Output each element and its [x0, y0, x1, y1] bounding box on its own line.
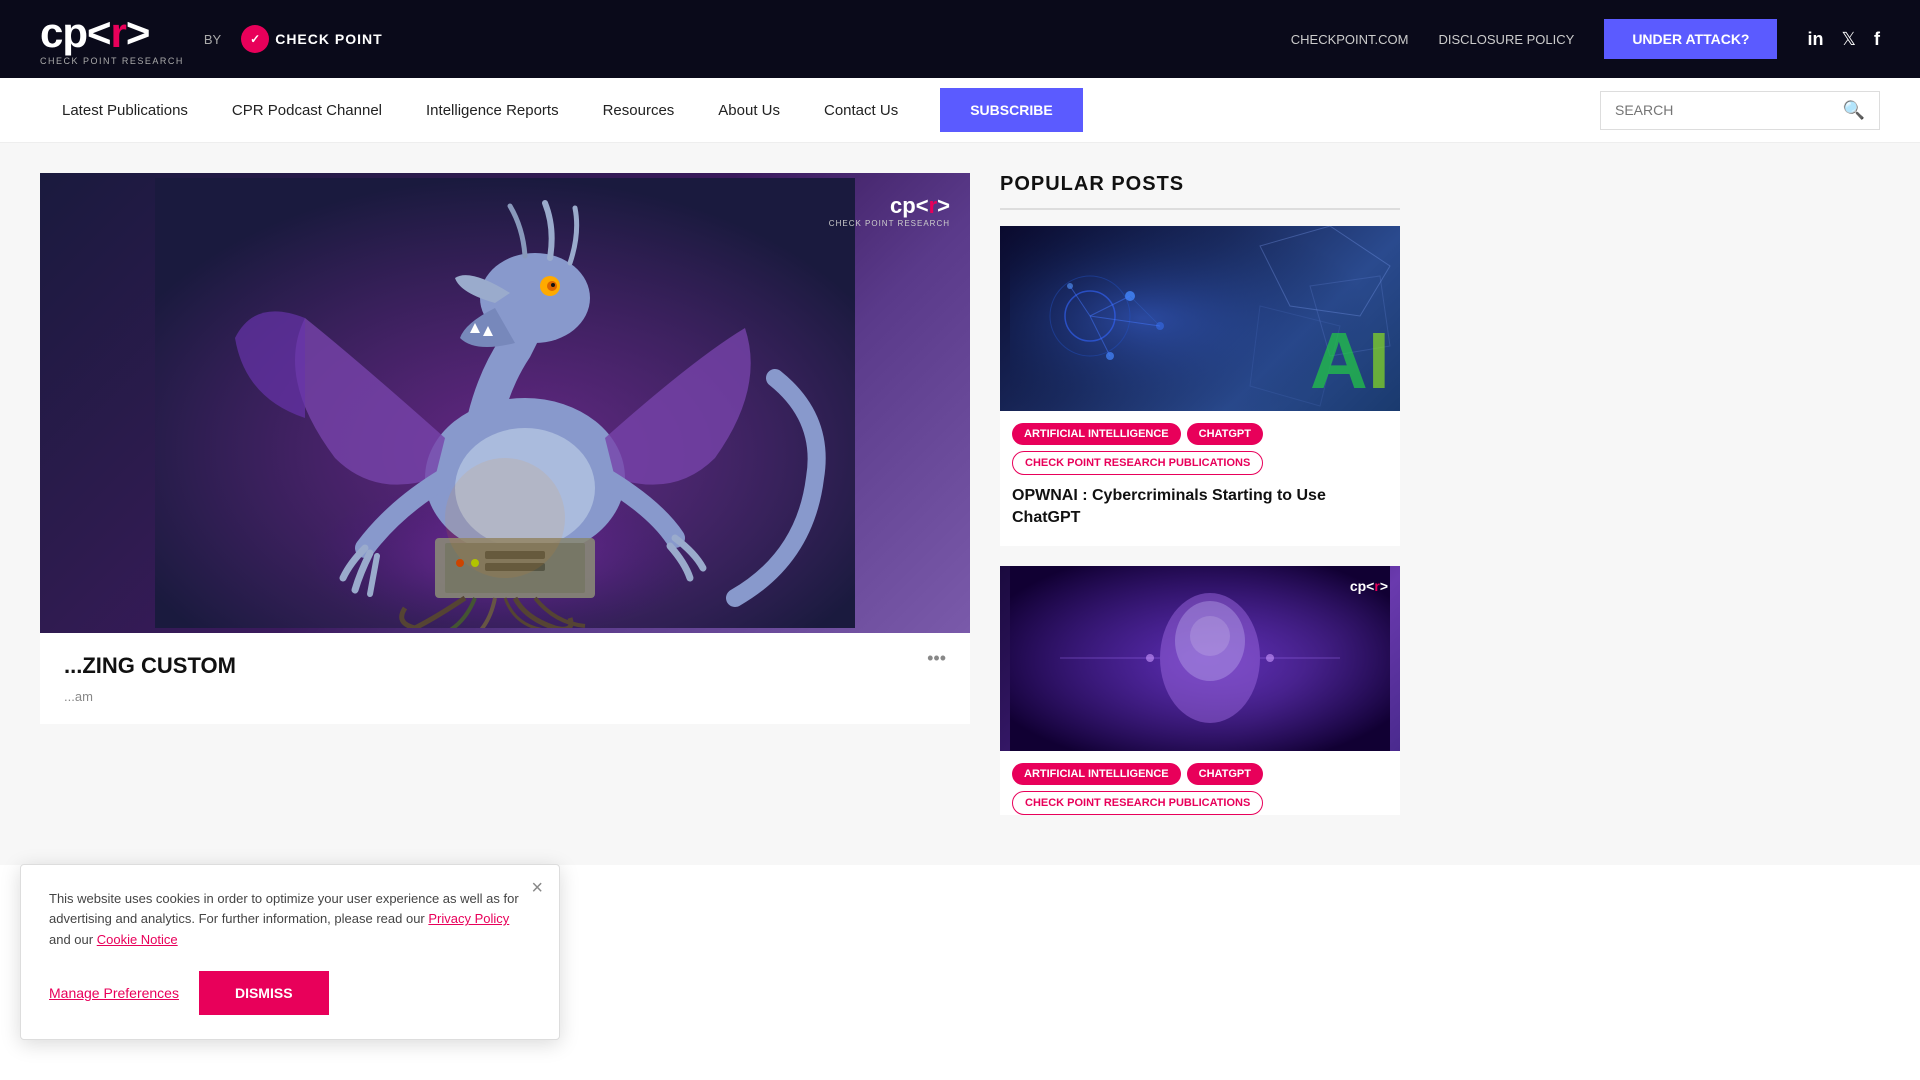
tag-chatgpt-2[interactable]: CHATGPT [1187, 763, 1263, 785]
cpr-watermark-subtitle: CHECK POINT RESEARCH [829, 219, 950, 228]
cpr-small-watermark-2: cp<r> [1350, 578, 1388, 594]
nav-contact-us[interactable]: Contact Us [802, 78, 920, 143]
checkpoint-text: CHECK POINT [275, 31, 382, 47]
cpr-logo[interactable]: cp<r> CHECK POINT RESEARCH [40, 12, 184, 66]
facebook-icon[interactable] [1874, 29, 1880, 50]
cookie-text: This website uses cookies in order to op… [49, 889, 531, 951]
post-tags-1: ARTIFICIAL INTELLIGENCE CHATGPT CHECK PO… [1000, 411, 1400, 475]
featured-section: cp<r> CHECK POINT RESEARCH ••• ...ZING C… [40, 173, 970, 835]
search-input[interactable] [1615, 102, 1843, 118]
post-image-svg-2 [1000, 566, 1400, 751]
checkpoint-icon: ✓ [241, 25, 269, 53]
dismiss-button[interactable]: DISMISS [199, 971, 329, 1015]
under-attack-button[interactable]: UNDER ATTACK? [1604, 19, 1777, 59]
twitter-icon[interactable] [1841, 29, 1856, 50]
cpr-watermark-logo: cp<r> [829, 193, 950, 219]
popular-posts-title: POPULAR POSTS [1000, 173, 1400, 210]
main-content: cp<r> CHECK POINT RESEARCH ••• ...ZING C… [0, 143, 1920, 865]
tag-cpr-1[interactable]: CHECK POINT RESEARCH PUBLICATIONS [1012, 451, 1263, 475]
sidebar: POPULAR POSTS AI [1000, 173, 1400, 835]
ai-decoration: AI [1310, 321, 1390, 401]
post-image-1: AI [1000, 226, 1400, 411]
featured-content: ••• ...ZING CUSTOM ...am [40, 633, 970, 724]
more-options-button[interactable]: ••• [927, 648, 946, 669]
featured-image: cp<r> CHECK POINT RESEARCH [40, 173, 970, 633]
cpr-logo-main: cp<r> [40, 12, 149, 54]
cookie-close-button[interactable]: × [531, 877, 543, 900]
tag-cpr-2[interactable]: CHECK POINT RESEARCH PUBLICATIONS [1012, 791, 1263, 815]
cpr-watermark: cp<r> CHECK POINT RESEARCH [829, 193, 950, 228]
cookie-buttons: Manage Preferences DISMISS [49, 971, 531, 1015]
subscribe-button[interactable]: SUBSCRIBE [940, 88, 1082, 132]
logo-area: cp<r> CHECK POINT RESEARCH BY ✓ CHECK PO… [40, 12, 383, 66]
top-bar: cp<r> CHECK POINT RESEARCH BY ✓ CHECK PO… [0, 0, 1920, 78]
search-button[interactable]: 🔍 [1843, 100, 1865, 121]
linkedin-icon[interactable] [1807, 29, 1823, 50]
by-label: BY [204, 32, 221, 47]
popular-post-card-2[interactable]: cp<r> [1000, 566, 1400, 815]
checkpoint-com-link[interactable]: CHECKPOINT.COM [1291, 32, 1409, 47]
social-icons [1807, 29, 1880, 50]
manage-preferences-button[interactable]: Manage Preferences [49, 985, 179, 1001]
cookie-notice-link[interactable]: Cookie Notice [97, 932, 178, 947]
tag-chatgpt-1[interactable]: CHATGPT [1187, 423, 1263, 445]
post-title-1[interactable]: OPWNAI : Cybercriminals Starting to Use … [1000, 475, 1400, 546]
nav-cpr-podcast[interactable]: CPR Podcast Channel [210, 78, 404, 143]
cookie-banner: × This website uses cookies in order to … [20, 864, 560, 1040]
search-box: 🔍 [1600, 91, 1880, 130]
article-title: ...ZING CUSTOM [64, 653, 946, 679]
nav-resources[interactable]: Resources [581, 78, 697, 143]
top-bar-right: CHECKPOINT.COM DISCLOSURE POLICY UNDER A… [1291, 19, 1880, 59]
checkpoint-logo[interactable]: ✓ CHECK POINT [241, 25, 382, 53]
tag-ai-2[interactable]: ARTIFICIAL INTELLIGENCE [1012, 763, 1181, 785]
privacy-policy-link[interactable]: Privacy Policy [428, 911, 509, 926]
post-tags-2: ARTIFICIAL INTELLIGENCE CHATGPT CHECK PO… [1000, 751, 1400, 815]
popular-post-card[interactable]: AI [1000, 226, 1400, 546]
nav-about-us[interactable]: About Us [696, 78, 802, 143]
nav-latest-publications[interactable]: Latest Publications [40, 78, 210, 143]
cpr-logo-subtitle: CHECK POINT RESEARCH [40, 56, 184, 66]
article-meta: ...am [64, 689, 946, 704]
nav-bar: Latest Publications CPR Podcast Channel … [0, 78, 1920, 143]
disclosure-policy-link[interactable]: DISCLOSURE POLICY [1438, 32, 1574, 47]
nav-intelligence-reports[interactable]: Intelligence Reports [404, 78, 581, 143]
tag-ai-1[interactable]: ARTIFICIAL INTELLIGENCE [1012, 423, 1181, 445]
dragon-svg [155, 178, 855, 628]
post-image-2: cp<r> [1000, 566, 1400, 751]
